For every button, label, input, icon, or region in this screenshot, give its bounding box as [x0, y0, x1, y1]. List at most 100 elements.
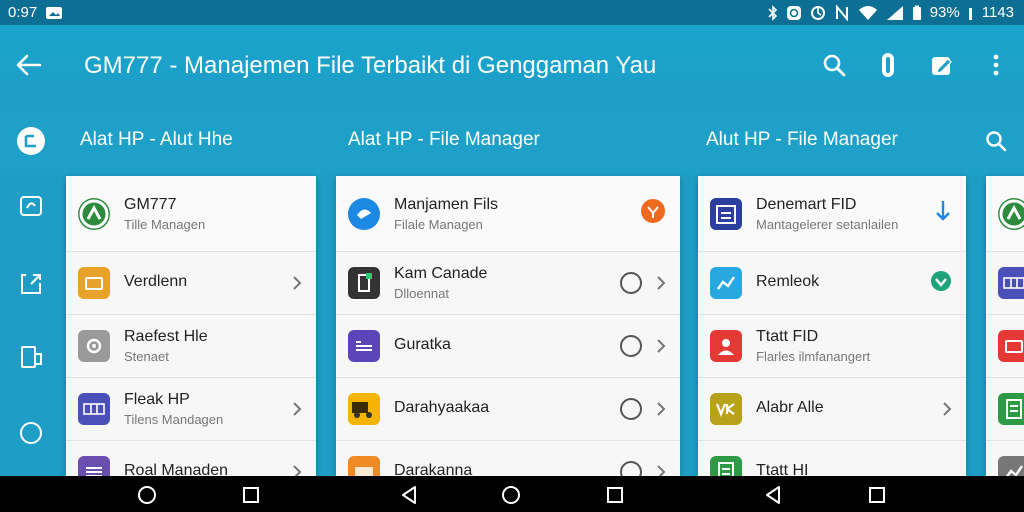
list-item-text: Guratka [394, 336, 620, 357]
radio-button[interactable] [620, 335, 642, 357]
storage-icon[interactable] [12, 187, 50, 225]
list-item[interactable]: Kam Canade Dlloennat [336, 252, 680, 315]
list-item-subtitle: Stenaet [124, 349, 169, 364]
list-item[interactable]: Guratka [336, 315, 680, 378]
list-item-subtitle: Dlloennat [394, 286, 449, 301]
list-item-subtitle: Tille Managen [124, 216, 206, 232]
image-icon [45, 6, 63, 20]
chevron-right-icon[interactable] [292, 275, 302, 291]
people-icon [710, 330, 742, 362]
recents-icon[interactable] [866, 484, 888, 506]
list-item[interactable]: Alabr Alle [698, 378, 966, 441]
list-item-text: Alabr Alle [756, 399, 906, 420]
list-item-title: Raefest Hle [124, 328, 208, 345]
status-clock-right: 1143 [981, 4, 1014, 21]
list-item[interactable]: Verdlenn [66, 252, 316, 315]
recents-icon[interactable] [240, 484, 262, 506]
list-item[interactable]: Raefest Hle Stenaet [66, 315, 316, 378]
list-item-text: Fleak HP Tilens Mandagen [124, 391, 256, 427]
list-item-actions [620, 461, 666, 476]
list-item-actions [942, 401, 952, 417]
chart-icon [998, 456, 1024, 476]
list-item[interactable]: Ttatt HI [698, 441, 966, 476]
nfc-icon [834, 4, 850, 21]
list-item[interactable] [986, 441, 1024, 476]
panel-1: GM777 Tille Managen Verdlenn Raefest Hle Ste… [66, 176, 316, 476]
list-item-actions [620, 398, 666, 420]
list-item[interactable] [986, 252, 1024, 315]
app-title: GM777 - Manajemen File Terbaikt di Gengg… [84, 52, 657, 79]
overflow-menu-icon[interactable] [978, 47, 1014, 83]
share-icon[interactable] [12, 265, 50, 303]
home-icon[interactable] [136, 484, 158, 506]
back-arrow-icon[interactable] [12, 47, 46, 83]
system-nav-bar [0, 476, 1024, 512]
radio-button[interactable] [620, 398, 642, 420]
chevron-right-icon[interactable] [656, 464, 666, 476]
settings-file-icon [78, 330, 110, 362]
list-item[interactable]: Darakanna [336, 441, 680, 476]
list-item-text: Raefest Hle Stenaet [124, 328, 256, 364]
recents-icon[interactable] [604, 484, 626, 506]
chevron-right-icon[interactable] [656, 275, 666, 291]
list-item-title: Darahyaakaa [394, 398, 490, 416]
status-right: 93% 1143 [768, 4, 1014, 21]
sync-icon [810, 5, 826, 21]
home-icon[interactable] [500, 484, 522, 506]
chevron-right-icon[interactable] [292, 464, 302, 476]
storage-card-icon [348, 330, 380, 362]
chart-icon [710, 267, 742, 299]
list-item[interactable]: Denemart FID Mantagelerer setanlailen [698, 176, 966, 252]
app-bar: GM777 - Manajemen File Terbaikt di Gengg… [0, 25, 1024, 107]
list-item[interactable]: Remleok [698, 252, 966, 315]
list-item-text: GM777 Tille Managen [124, 196, 256, 232]
list-item[interactable]: GM777 Tille Managen [66, 176, 316, 252]
list-item-subtitle: Mantagelerer setanlailen [756, 216, 899, 232]
calendar-icon [710, 197, 742, 230]
tab-search-icon[interactable] [978, 123, 1014, 159]
search-icon[interactable] [816, 47, 852, 83]
list-item[interactable]: Fleak HP Tilens Mandagen [66, 378, 316, 441]
list-item-actions [934, 199, 952, 228]
document-icon [348, 267, 380, 299]
status-badge-icon [640, 198, 666, 229]
list-item-title: Manjamen Fils [394, 195, 499, 213]
chevron-right-icon[interactable] [656, 401, 666, 417]
list-item[interactable] [986, 378, 1024, 441]
list-item-text: Darahyaakaa [394, 399, 620, 420]
edit-icon[interactable] [924, 47, 960, 83]
list-item[interactable]: Darahyaakaa [336, 378, 680, 441]
status-time: 0:97 [8, 4, 38, 21]
back-icon[interactable] [762, 484, 784, 506]
circle-icon[interactable] [12, 414, 50, 452]
tab-3[interactable]: Alut HP - File Manager [706, 129, 898, 151]
list-item[interactable]: Ttatt FID Flarles ilmfanangert [698, 315, 966, 378]
clip-icon[interactable] [870, 47, 906, 83]
folder-icon [998, 330, 1024, 362]
list-item-title: Remleok [756, 272, 820, 290]
app-actions [816, 47, 1014, 83]
list-item[interactable] [986, 315, 1024, 378]
favorite-badge-icon [930, 270, 952, 297]
download-icon[interactable] [934, 199, 952, 228]
grid-icon [78, 393, 110, 425]
list-item[interactable]: Manjamen Fils Filale Managen [336, 176, 680, 252]
radio-button[interactable] [620, 461, 642, 476]
list-item-text: Denemart FID Mantagelerer setanlailen [756, 196, 906, 232]
list-item-text: Roal Manaden [124, 462, 256, 477]
list-item-actions [292, 401, 302, 417]
list-item[interactable]: Roal Manaden [66, 441, 316, 476]
chevron-right-icon[interactable] [656, 338, 666, 354]
back-icon[interactable] [398, 484, 420, 506]
tab-2[interactable]: Alat HP - File Manager [348, 129, 540, 151]
chevron-right-icon[interactable] [942, 401, 952, 417]
radio-button[interactable] [620, 272, 642, 294]
list-item-text: Manjamen Fils Filale Managen [394, 196, 620, 232]
folder-icon[interactable] [12, 122, 50, 160]
list-item-subtitle: Tilens Mandagen [124, 412, 224, 427]
list-item-title: Verdlenn [124, 272, 188, 290]
tab-1[interactable]: Alat HP - Alut Hhe [80, 129, 233, 151]
device-icon[interactable] [12, 338, 50, 376]
list-item[interactable] [986, 176, 1024, 252]
chevron-right-icon[interactable] [292, 401, 302, 417]
